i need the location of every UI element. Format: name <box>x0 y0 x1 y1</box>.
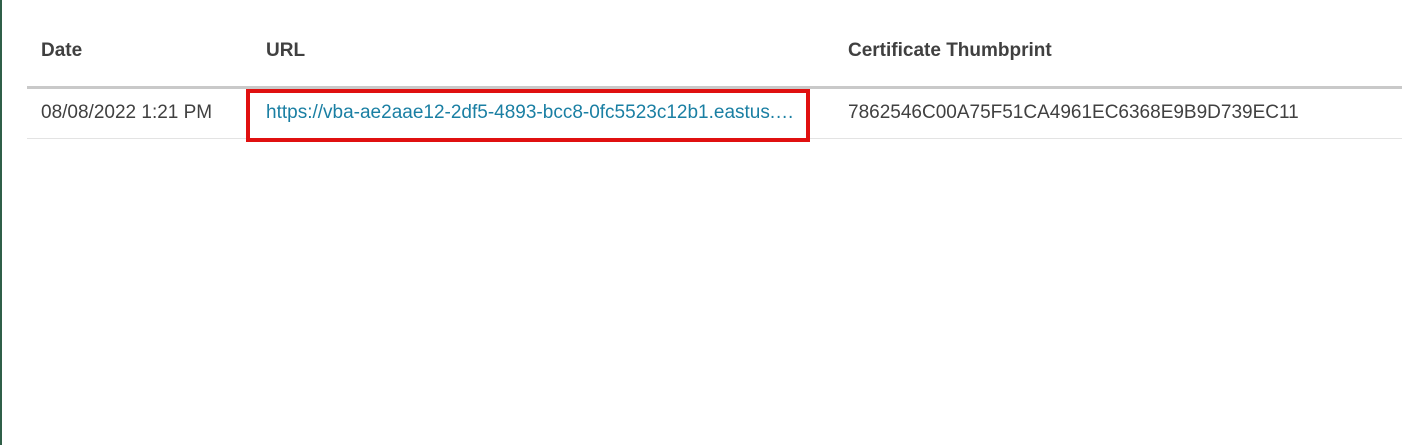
certificates-table: Date URL Certificate Thumbprint 08/08/20… <box>27 0 1402 142</box>
column-header-url[interactable]: URL <box>266 40 806 62</box>
table-header: Date URL Certificate Thumbprint <box>27 0 1402 89</box>
cell-thumbprint: 7862546C00A75F51CA4961EC6368E9B9D739EC11 <box>848 102 1299 123</box>
column-header-date[interactable]: Date <box>41 40 231 62</box>
cell-date: 08/08/2022 1:21 PM <box>41 102 213 123</box>
page: Date URL Certificate Thumbprint 08/08/20… <box>0 0 1402 445</box>
cell-url-link[interactable]: https://vba-ae2aae12-2df5-4893-bcc8-0fc5… <box>266 102 796 124</box>
table-row[interactable]: 08/08/2022 1:21 PM https://vba-ae2aae12-… <box>27 89 1402 142</box>
column-header-certificate-thumbprint[interactable]: Certificate Thumbprint <box>848 40 1388 62</box>
